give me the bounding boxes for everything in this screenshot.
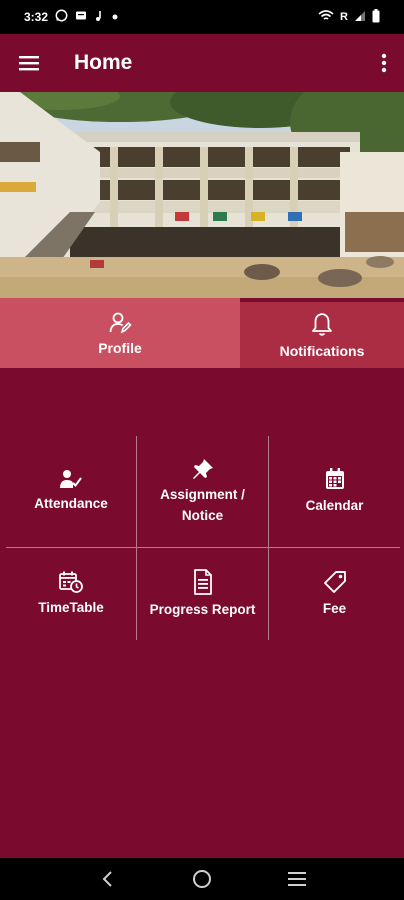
attendance-icon [60,470,82,488]
fee-button[interactable]: Fee [269,548,400,640]
message-icon [75,10,87,25]
progress-report-label: Progress Report [149,601,256,617]
home-menu-grid: Attendance Assignment / Notice Calendar [6,436,400,640]
attendance-label: Attendance [34,496,108,511]
document-icon [193,568,212,595]
signal-icon [354,10,366,25]
battery-icon [372,8,380,26]
page-title: Home [74,51,133,74]
recents-button[interactable] [277,859,317,899]
calendar-icon [325,468,344,489]
user-profile-icon [109,312,132,334]
bell-icon [312,312,332,336]
timetable-label: TimeTable [38,599,104,615]
timetable-icon [59,571,83,593]
more-vertical-icon [381,53,387,73]
attendance-button[interactable]: Attendance [6,436,136,547]
back-icon [102,871,113,887]
calendar-button[interactable]: Calendar [269,436,400,547]
recents-icon [287,872,306,886]
fee-label: Fee [322,600,347,616]
hamburger-menu-icon [19,56,39,71]
profile-notification-tabs: Profile Notifications [0,298,404,368]
status-time: 3:32 [24,10,49,24]
hamburger-menu-button[interactable] [0,34,58,92]
dot-icon [111,10,119,24]
status-bar: 3:32 R [0,0,404,34]
tag-icon [323,570,346,593]
progress-report-button[interactable]: Progress Report [137,548,268,640]
more-options-button[interactable] [364,34,404,92]
carrier-indicator: R [340,11,348,23]
school-banner-image [0,92,404,298]
wifi-icon [318,9,334,25]
assignment-notice-label: Assignment / Notice [160,486,245,523]
tab-notifications[interactable]: Notifications [240,302,404,368]
home-icon [192,870,211,888]
assignment-notice-button[interactable]: Assignment / Notice [137,436,268,547]
system-navigation-bar [0,858,404,900]
whatsapp-icon [55,9,68,25]
app-bar: Home [0,34,404,92]
home-button[interactable] [182,859,222,899]
music-icon [94,10,104,25]
tab-notifications-label: Notifications [279,342,365,359]
tab-profile-label: Profile [98,339,142,356]
pushpin-icon [192,458,213,479]
calendar-label: Calendar [305,498,364,513]
back-button[interactable] [87,859,127,899]
timetable-button[interactable]: TimeTable [6,548,136,640]
tab-profile[interactable]: Profile [0,298,240,368]
